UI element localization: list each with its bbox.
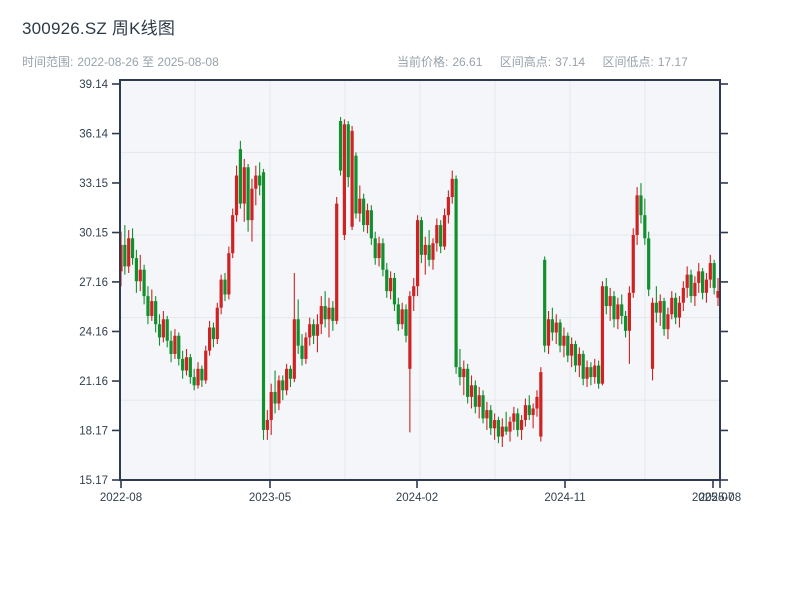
candle xyxy=(354,152,358,219)
candle xyxy=(350,125,354,231)
candle xyxy=(650,297,655,381)
candle xyxy=(631,228,635,298)
y-tick-label: 15.17 xyxy=(79,475,108,487)
x-tick-label: 2024-11 xyxy=(544,492,585,504)
x-tick-label: 2023-05 xyxy=(249,492,291,504)
x-axis: 2022-08 2023-05 2024-02 2024-11 2025-072025-… xyxy=(100,481,741,504)
y-tick-label: 30.15 xyxy=(79,228,108,240)
candle xyxy=(338,117,343,176)
candle xyxy=(227,246,231,300)
candle xyxy=(481,390,485,424)
candle xyxy=(543,256,547,353)
candle xyxy=(231,208,235,259)
x-tick-label: 2025-08 xyxy=(699,492,741,504)
candle xyxy=(600,281,605,386)
candle xyxy=(539,367,543,442)
x-tick-label: 2022-08 xyxy=(100,492,142,504)
kline-chart: 39.14 36.14 33.15 30.15 27.16 24.16 21.16 18.17… xyxy=(79,79,741,504)
x-tick-label: 2024-02 xyxy=(396,492,438,504)
candle xyxy=(335,197,339,325)
candle xyxy=(215,302,219,345)
y-tick-label: 39.14 xyxy=(79,79,108,91)
y-tick-label: 33.15 xyxy=(79,178,108,190)
y-tick-label: 24.16 xyxy=(79,326,108,338)
candle xyxy=(342,119,346,240)
candle xyxy=(261,168,266,440)
y-tick-label: 18.17 xyxy=(79,425,108,437)
candle xyxy=(647,231,651,297)
candle xyxy=(415,215,420,297)
y-tick-label: 27.16 xyxy=(79,277,108,289)
candle xyxy=(454,175,458,374)
candle xyxy=(238,140,242,209)
candle xyxy=(204,345,208,384)
y-tick-label: 36.14 xyxy=(79,129,108,141)
y-tick-label: 21.16 xyxy=(79,376,108,388)
